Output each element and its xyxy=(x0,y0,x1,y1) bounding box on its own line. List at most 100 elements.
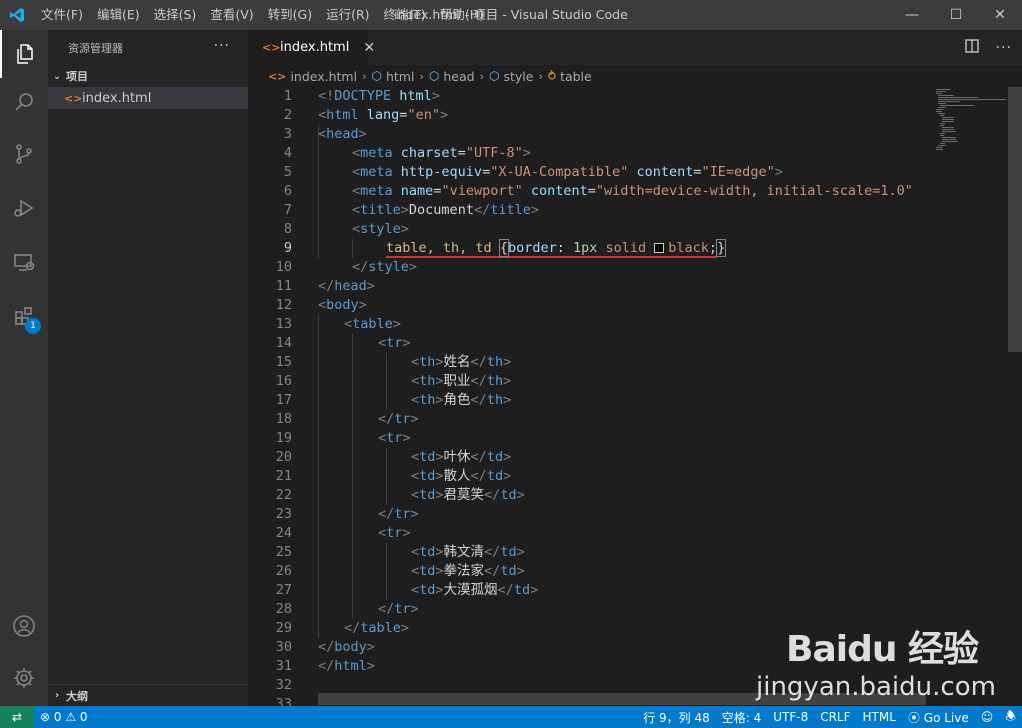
line-number: 13 xyxy=(275,316,292,332)
end-of-line[interactable]: CRLF xyxy=(814,710,856,724)
minimize-button[interactable]: — xyxy=(890,0,934,30)
chevron-right-icon: › xyxy=(362,69,367,83)
code-text: </body> xyxy=(318,639,375,655)
breadcrumb-item[interactable]: html xyxy=(386,69,414,84)
code-text: <td>君莫笑</td> xyxy=(411,487,525,503)
source-control-icon[interactable] xyxy=(0,130,48,178)
chevron-right-icon: › xyxy=(479,69,484,83)
code-text: <th>角色</th> xyxy=(411,392,512,408)
code-text: </head> xyxy=(318,278,375,294)
tab-close-icon[interactable]: ✕ xyxy=(363,40,375,56)
line-number: 25 xyxy=(275,544,292,560)
indent-guide xyxy=(386,448,387,505)
line-number: 24 xyxy=(275,525,292,541)
watermark-brand: Baidu 经验 xyxy=(786,629,979,670)
menu-terminal[interactable]: 终端(T) xyxy=(377,0,433,30)
editor-area: <> index.html ✕ ··· <> index.html › ⬡ ht… xyxy=(248,30,1022,706)
tab-index-html[interactable]: <> index.html ✕ xyxy=(248,30,375,65)
menu-help[interactable]: 帮助(H) xyxy=(433,0,491,30)
sidebar-title: 资源管理器 xyxy=(68,41,123,55)
code-text: <td>韩文清</td> xyxy=(411,544,525,560)
feedback-icon[interactable]: ☺ xyxy=(975,710,1000,724)
extensions-badge: 1 xyxy=(25,318,41,334)
chevron-right-icon: › xyxy=(538,69,543,83)
menu-run[interactable]: 运行(R) xyxy=(319,0,376,30)
encoding[interactable]: UTF-8 xyxy=(767,710,814,724)
search-icon[interactable] xyxy=(0,78,48,126)
folder-name: 项目 xyxy=(66,70,88,83)
language-mode[interactable]: HTML xyxy=(857,710,902,724)
file-item-index-html[interactable]: <> index.html xyxy=(48,87,248,109)
problems-indicator[interactable]: ⊗ 0 ⚠ 0 xyxy=(34,710,94,724)
indent-guide xyxy=(386,353,387,410)
run-debug-icon[interactable] xyxy=(0,184,48,232)
remote-explorer-icon[interactable] xyxy=(0,238,48,286)
folder-section[interactable]: ⌄ 项目 xyxy=(48,65,248,87)
element-icon: ⬡ xyxy=(428,69,440,83)
more-actions-icon[interactable]: ··· xyxy=(996,40,1012,56)
line-number: 19 xyxy=(275,430,292,446)
code-text: <!DOCTYPE html> xyxy=(318,88,440,104)
line-number: 21 xyxy=(275,468,292,484)
outline-section[interactable]: › 大纲 xyxy=(48,684,248,706)
scrollbar-thumb[interactable] xyxy=(1008,87,1022,352)
broadcast-icon: ⦿ xyxy=(907,710,924,725)
line-number: 32 xyxy=(275,677,292,693)
manage-gear-icon[interactable] xyxy=(0,654,48,702)
line-number: 27 xyxy=(275,582,292,598)
status-bar-right: 行 9，列 48 空格: 4 UTF-8 CRLF HTML ⦿ Go Live… xyxy=(637,706,1022,728)
close-button[interactable]: ✕ xyxy=(978,0,1022,30)
editor-actions: ··· xyxy=(964,30,1012,65)
notifications-bell-icon[interactable]: 🕭 xyxy=(999,707,1022,728)
line-number: 12 xyxy=(275,297,292,313)
go-live-button[interactable]: ⦿ Go Live xyxy=(902,709,975,726)
window-controls: — ☐ ✕ xyxy=(890,0,1022,30)
extensions-icon[interactable]: 1 xyxy=(0,292,48,340)
title-bar: 文件(F) 编辑(E) 选择(S) 查看(V) 转到(G) 运行(R) 终端(T… xyxy=(0,0,1022,30)
code-text: <table> xyxy=(344,316,401,332)
split-editor-icon[interactable] xyxy=(964,38,980,58)
maximize-button[interactable]: ☐ xyxy=(934,0,978,30)
line-number: 17 xyxy=(275,392,292,408)
menu-view[interactable]: 查看(V) xyxy=(203,0,260,30)
more-actions-icon[interactable]: ··· xyxy=(214,38,230,54)
line-number: 2 xyxy=(283,107,292,123)
code-text: <head> xyxy=(318,126,367,142)
menu-file[interactable]: 文件(F) xyxy=(34,0,90,30)
code-text: <td>大漠孤烟</td> xyxy=(411,582,539,598)
color-swatch-icon[interactable] xyxy=(654,243,665,253)
element-icon: ⬡ xyxy=(371,69,382,83)
line-number: 23 xyxy=(275,506,292,522)
element-icon: ⬡ xyxy=(488,69,500,83)
indent-guide xyxy=(386,543,387,600)
menu-selection[interactable]: 选择(S) xyxy=(147,0,204,30)
breadcrumb-item[interactable]: head xyxy=(443,69,474,84)
line-number: 22 xyxy=(275,487,292,503)
code-text: </style> xyxy=(352,259,418,275)
code-text: <style> xyxy=(352,221,409,237)
indent-guide xyxy=(352,239,353,258)
remote-indicator-icon[interactable]: ⇄ xyxy=(0,706,34,728)
indent-guide xyxy=(318,125,319,258)
code-text: table, th, td {border: 1px solid black;} xyxy=(386,239,727,258)
explorer-icon[interactable] xyxy=(0,30,48,78)
code-text: <title>Document</title> xyxy=(352,202,539,218)
code-text: <td>散人</td> xyxy=(411,468,512,484)
breadcrumb-item[interactable]: table xyxy=(560,69,592,84)
code-text: <tr> xyxy=(378,335,411,351)
line-number: 28 xyxy=(275,601,292,617)
html-file-icon: <> xyxy=(262,41,281,54)
breadcrumb-item[interactable]: style xyxy=(503,69,533,84)
account-icon[interactable] xyxy=(0,602,48,650)
menu-edit[interactable]: 编辑(E) xyxy=(90,0,147,30)
vertical-scrollbar[interactable] xyxy=(1008,87,1022,706)
code-text: </tr> xyxy=(378,411,419,427)
status-bar: ⇄ ⊗ 0 ⚠ 0 行 9，列 48 空格: 4 UTF-8 CRLF HTML… xyxy=(0,706,1022,728)
cursor-position[interactable]: 行 9，列 48 xyxy=(637,709,716,726)
line-number: 6 xyxy=(283,183,292,199)
indentation[interactable]: 空格: 4 xyxy=(716,709,768,726)
breadcrumb-item[interactable]: index.html xyxy=(290,69,357,84)
menu-go[interactable]: 转到(G) xyxy=(261,0,319,30)
file-name: index.html xyxy=(82,90,152,106)
code-text: </html> xyxy=(318,658,375,674)
